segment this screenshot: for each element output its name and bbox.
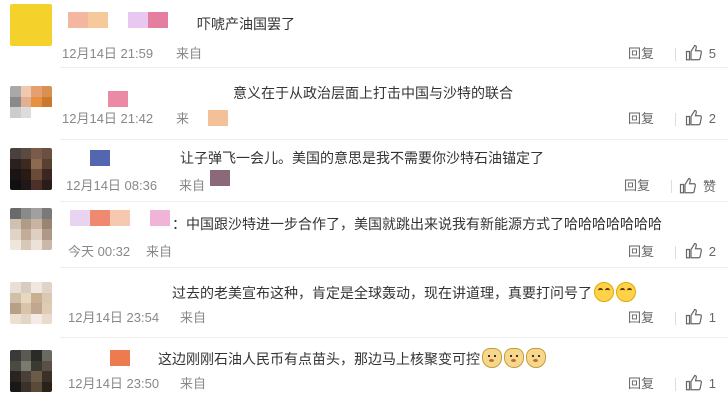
comment-source: 来自	[179, 178, 206, 193]
like-count: 1	[708, 309, 716, 325]
avatar[interactable]	[10, 86, 52, 128]
thumbs-up-icon	[685, 44, 702, 61]
comment-text: 吓唬产油国罢了	[197, 16, 295, 32]
action-divider	[675, 48, 676, 61]
like-count: 赞	[702, 179, 716, 194]
username-mosaic[interactable]	[70, 210, 170, 226]
thumbs-up-icon	[685, 308, 702, 325]
source-mosaic	[208, 110, 228, 126]
like-count: 1	[708, 375, 716, 391]
avatar[interactable]	[10, 4, 52, 46]
comment-body: 过去的老美宣布这种，肯定是全球轰动，现在讲道理，真要打问号了	[172, 285, 592, 301]
like-button[interactable]: 赞	[679, 176, 716, 195]
reply-button[interactable]: 回复	[628, 111, 654, 127]
reply-button[interactable]: 回复	[624, 178, 650, 194]
thumbs-up-icon	[685, 374, 702, 391]
username-mosaic[interactable]	[68, 12, 168, 28]
comment-text: 过去的老美宣布这种，肯定是全球轰动，现在讲道理，真要打问号了	[172, 282, 636, 302]
action-divider	[671, 180, 672, 193]
avatar[interactable]	[10, 350, 52, 392]
laugh-cry-emoji	[616, 282, 636, 302]
comment-date: 12月14日 21:42	[62, 111, 154, 126]
action-divider	[675, 312, 676, 325]
avatar[interactable]	[10, 148, 52, 190]
comment-date: 12月14日 21:59	[62, 46, 154, 61]
like-button[interactable]: 5	[685, 44, 716, 62]
username-mosaic[interactable]	[108, 91, 128, 107]
comment-date: 12月14日 23:54	[68, 310, 160, 325]
avatar[interactable]	[10, 282, 52, 324]
reply-button[interactable]: 回复	[628, 310, 654, 326]
comment-source: 来自	[180, 310, 207, 325]
doge-emoji	[526, 348, 546, 368]
comment-item: 让子弹飞一会儿。美国的意思是我不需要你沙特石油锚定了 12月14日 08:36 …	[0, 140, 728, 202]
thumbs-up-icon	[679, 177, 696, 193]
comment-item: 这边刚刚石油人民币有点苗头，那边马上核聚变可控 12月14日 23:50 来自 …	[0, 338, 728, 402]
doge-emoji	[482, 348, 502, 368]
comment-source: 来自	[180, 376, 207, 391]
comment-date: 12月14日 08:36	[66, 178, 158, 193]
comment-source: 来自	[176, 46, 203, 61]
comment-source: 来	[176, 111, 190, 126]
avatar[interactable]	[10, 208, 52, 250]
comment-date: 今天 00:32	[68, 244, 131, 259]
like-button[interactable]: 2	[685, 242, 716, 260]
comment-date: 12月14日 23:50	[68, 376, 160, 391]
like-count: 2	[708, 110, 716, 126]
doge-emoji	[504, 348, 524, 368]
reply-button[interactable]: 回复	[628, 244, 654, 260]
like-count: 5	[708, 45, 716, 61]
comment-text: 这边刚刚石油人民币有点苗头，那边马上核聚变可控	[158, 348, 546, 368]
like-button[interactable]: 2	[685, 109, 716, 127]
thumbs-up-icon	[685, 242, 702, 259]
action-divider	[675, 246, 676, 259]
laugh-cry-emoji	[594, 282, 614, 302]
source-mosaic	[210, 170, 230, 186]
comment-text: 让子弹飞一会儿。美国的意思是我不需要你沙特石油锚定了	[180, 150, 544, 166]
action-divider	[675, 113, 676, 126]
action-divider	[675, 378, 676, 391]
reply-button[interactable]: 回复	[628, 376, 654, 392]
comment-item: 意义在于从政治层面上打击中国与沙特的联合 12月14日 21:42 来 回复 2	[0, 68, 728, 140]
comment-body: 这边刚刚石油人民币有点苗头，那边马上核聚变可控	[158, 351, 480, 367]
like-button[interactable]: 1	[685, 308, 716, 326]
like-count: 2	[708, 243, 716, 259]
username-mosaic[interactable]	[90, 150, 110, 166]
comment-item: ：中国跟沙特进一步合作了，美国就跳出来说我有新能源方式了哈哈哈哈哈哈哈 今天 0…	[0, 202, 728, 268]
username-mosaic[interactable]	[110, 350, 130, 366]
comment-source: 来自	[146, 244, 173, 259]
thumbs-up-icon	[685, 109, 702, 126]
comment-item: 吓唬产油国罢了 12月14日 21:59 来自 回复 5	[0, 0, 728, 68]
comment-item: 过去的老美宣布这种，肯定是全球轰动，现在讲道理，真要打问号了 12月14日 23…	[0, 268, 728, 338]
comment-text: ：中国跟沙特进一步合作了，美国就跳出来说我有新能源方式了哈哈哈哈哈哈哈	[172, 216, 662, 232]
reply-button[interactable]: 回复	[628, 46, 654, 62]
comment-text: 意义在于从政治层面上打击中国与沙特的联合	[233, 85, 513, 101]
like-button[interactable]: 1	[685, 374, 716, 392]
